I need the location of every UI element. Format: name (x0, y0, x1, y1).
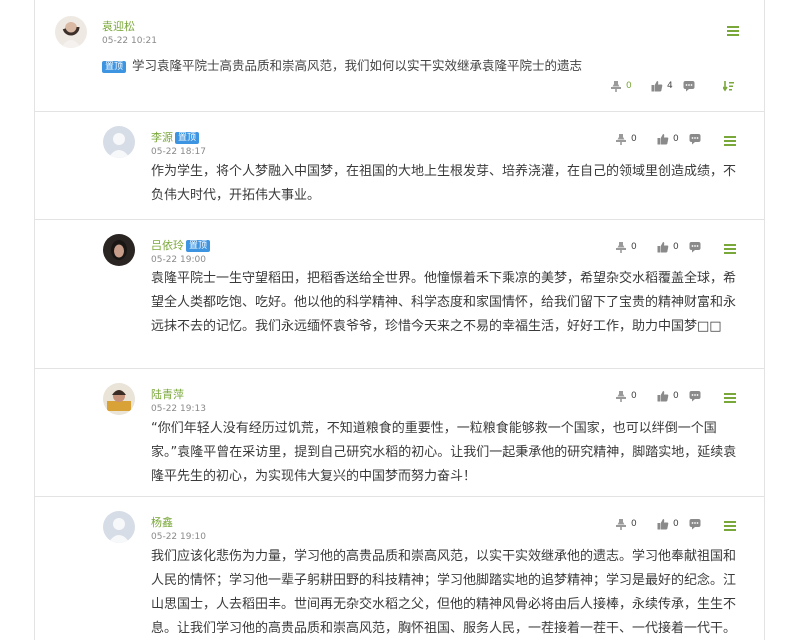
thumbs-up-icon (651, 81, 663, 92)
comment-icon (689, 242, 701, 253)
reply-content: 作为学生，将个人梦融入中国梦，在祖国的大地上生根发芽、培养浇灌，在自己的领域里创… (151, 164, 737, 203)
thumbs-up-icon (657, 242, 669, 253)
sort-button[interactable] (723, 79, 739, 93)
comment-board: 袁迎松 05-22 10:21 置顶 学习袁隆平院士高贵品质和崇高风范，我们如何以… (34, 0, 765, 640)
comment-button[interactable] (689, 132, 705, 146)
pinned-badge: 置顶 (175, 132, 200, 144)
post-time: 05-22 19:10 (151, 532, 206, 542)
main-post: 袁迎松 05-22 10:21 置顶 学习袁隆平院士高贵品质和崇高风范，我们如何以… (35, 0, 764, 111)
reply-item: 杨鑫 05-22 19:10 0 0 我们应该化悲伤为力量，学习他的高贵品质和崇… (35, 496, 764, 637)
like-button[interactable]: 4 (651, 79, 673, 93)
stamp-count: 0 (631, 519, 637, 529)
stamp-count: 0 (631, 391, 637, 401)
comment-button[interactable] (683, 79, 699, 93)
like-count: 0 (673, 134, 679, 144)
stamp-count: 0 (626, 81, 632, 91)
author-name[interactable]: 杨鑫 (151, 514, 173, 530)
reply-actions: 0 0 (615, 240, 705, 254)
like-count: 0 (673, 391, 679, 401)
author-name[interactable]: 李源 置顶 (151, 129, 200, 145)
pinned-badge: 置顶 (102, 61, 127, 73)
avatar[interactable] (103, 383, 135, 415)
post-time: 05-22 19:00 (151, 255, 206, 265)
stamp-button[interactable]: 0 (615, 517, 637, 531)
menu-icon[interactable] (727, 26, 739, 36)
avatar[interactable] (103, 126, 135, 158)
post-time: 05-22 10:21 (102, 36, 157, 46)
like-count: 0 (673, 519, 679, 529)
post-time: 05-22 18:17 (151, 147, 206, 157)
stamp-icon (616, 391, 626, 402)
stamp-icon (616, 519, 626, 530)
comment-button[interactable] (689, 240, 705, 254)
stamp-icon (616, 242, 626, 253)
thumbs-up-icon (657, 391, 669, 402)
author-name-text: 吕依玲 (151, 239, 184, 252)
post-title-text: 学习袁隆平院士高贵品质和崇高风范，我们如何以实干实效继承袁隆平院士的遗志 (132, 58, 583, 73)
stamp-button[interactable]: 0 (610, 79, 632, 93)
stamp-button[interactable]: 0 (615, 132, 637, 146)
reply-actions: 0 0 (615, 132, 705, 146)
post-time: 05-22 19:13 (151, 404, 206, 414)
reply-content: “你们年轻人没有经历过饥荒，不知道粮食的重要性，一粒粮食能够救一个国家，也可以绊… (151, 421, 737, 484)
pinned-badge: 置顶 (186, 240, 211, 252)
comment-icon (689, 519, 701, 530)
like-count: 0 (673, 242, 679, 252)
stamp-count: 0 (631, 242, 637, 252)
menu-icon[interactable] (724, 521, 736, 531)
menu-icon[interactable] (724, 244, 736, 254)
menu-icon[interactable] (724, 136, 736, 146)
author-name-text: 李源 (151, 131, 173, 144)
reply-item: 李源 置顶 05-22 18:17 0 0 作为学生，将个人梦融入中国梦，在祖国的… (35, 111, 764, 220)
like-button[interactable]: 0 (657, 240, 679, 254)
author-name-text: 陆青萍 (151, 388, 184, 401)
like-button[interactable]: 0 (657, 517, 679, 531)
reply-actions: 0 0 (615, 389, 705, 403)
comment-icon (683, 81, 695, 92)
stamp-icon (611, 81, 621, 92)
reply-item: 吕依玲 置顶 05-22 19:00 0 0 袁隆平院士一生守望稻田，把稻香送给全… (35, 219, 764, 369)
comment-icon (689, 134, 701, 145)
author-name-text: 杨鑫 (151, 516, 173, 529)
avatar[interactable] (103, 234, 135, 266)
like-button[interactable]: 0 (657, 389, 679, 403)
avatar[interactable] (55, 16, 87, 48)
stamp-count: 0 (631, 134, 637, 144)
stamp-button[interactable]: 0 (615, 389, 637, 403)
post-title: 置顶 学习袁隆平院士高贵品质和崇高风范，我们如何以实干实效继承袁隆平院士的遗志 (102, 55, 582, 74)
stamp-icon (616, 134, 626, 145)
author-name[interactable]: 吕依玲 置顶 (151, 237, 211, 253)
comment-button[interactable] (689, 389, 705, 403)
post-actions: 0 4 (610, 79, 740, 93)
thumbs-up-icon (657, 134, 669, 145)
reply-content: 袁隆平院士一生守望稻田，把稻香送给全世界。他憧憬着禾下乘凉的美梦，希望杂交水稻覆… (151, 271, 737, 334)
thumbs-up-icon (657, 519, 669, 530)
author-name[interactable]: 袁迎松 (102, 18, 135, 34)
reply-item: 陆青萍 05-22 19:13 0 0 “你们年轻人没有经历过饥荒，不知道粮食的… (35, 368, 764, 497)
reply-content: 我们应该化悲伤为力量，学习他的高贵品质和崇高风范，以实干实效继承他的遗志。学习他… (151, 549, 737, 636)
comment-icon (689, 391, 701, 402)
like-button[interactable]: 0 (657, 132, 679, 146)
avatar[interactable] (103, 511, 135, 543)
menu-icon[interactable] (724, 393, 736, 403)
like-count: 4 (667, 81, 673, 91)
stamp-button[interactable]: 0 (615, 240, 637, 254)
sort-icon (723, 81, 734, 92)
author-name[interactable]: 陆青萍 (151, 386, 184, 402)
comment-button[interactable] (689, 517, 705, 531)
reply-actions: 0 0 (615, 517, 705, 531)
